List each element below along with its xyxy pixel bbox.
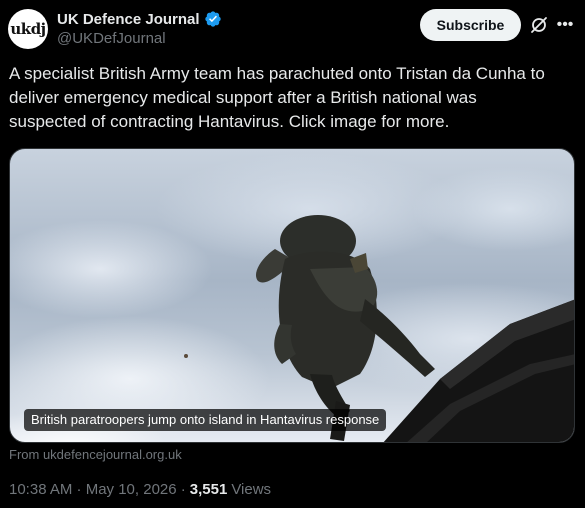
verified-badge-icon [204, 11, 221, 27]
author-display-name[interactable]: UK Defence Journal [57, 11, 200, 28]
paratrooper-photo [184, 215, 574, 442]
avatar-logo-text: ukdj [10, 20, 46, 38]
views-label: Views [231, 481, 272, 498]
timestamp[interactable]: 10:38 AM · May 10, 2026 · [9, 481, 186, 498]
author-avatar[interactable]: ukdj [8, 9, 48, 49]
media-caption: British paratroopers jump onto island in… [24, 409, 387, 431]
author-name-row: UK Defence Journal [57, 9, 222, 29]
author-handle[interactable]: @UKDefJournal [57, 30, 166, 47]
tweet-meta: 10:38 AM · May 10, 2026 · 3,551 Views [9, 481, 271, 498]
grok-icon[interactable] [529, 15, 549, 35]
views-count: 3,551 [189, 481, 228, 498]
tweet-text: A specialist British Army team has parac… [9, 64, 545, 131]
tweet-media-card[interactable]: British paratroopers jump onto island in… [9, 148, 575, 443]
subscribe-button[interactable]: Subscribe [420, 9, 521, 41]
link-source[interactable]: From ukdefencejournal.org.uk [9, 447, 182, 462]
more-options-icon[interactable]: ••• [553, 13, 577, 37]
